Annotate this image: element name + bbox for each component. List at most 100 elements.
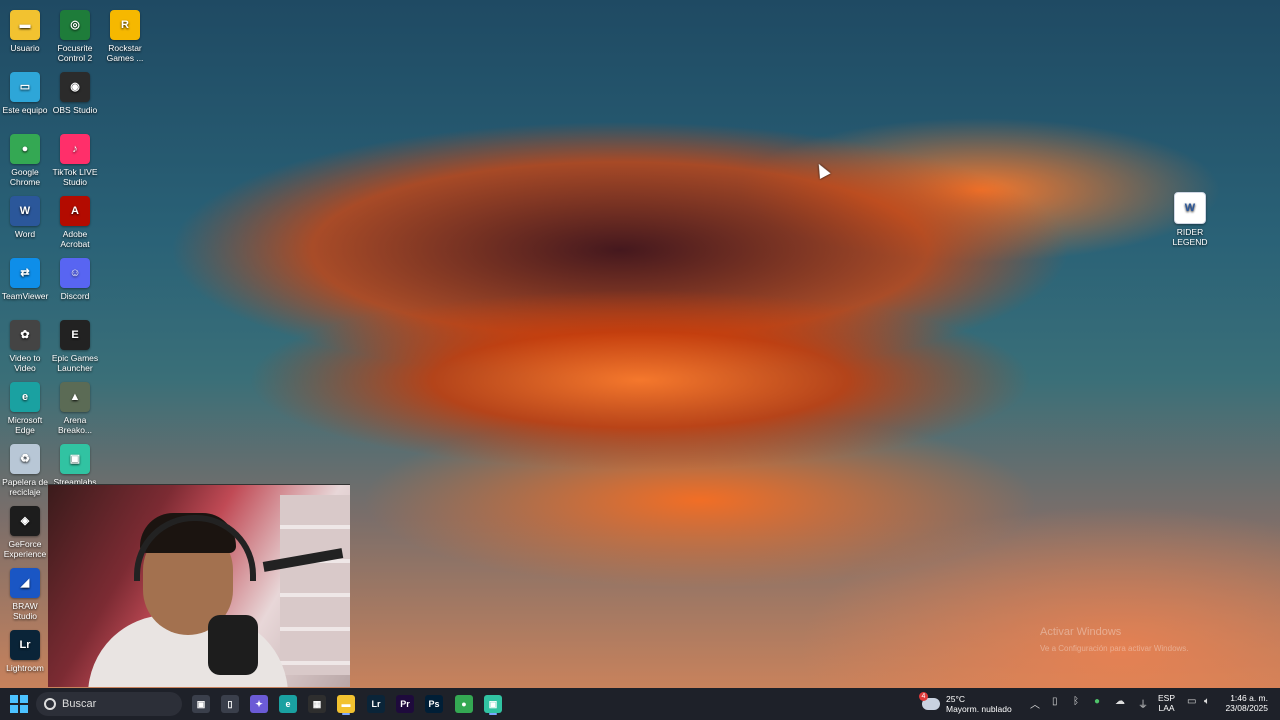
desktop-icon-label: Papelera de reciclaje [2,477,48,497]
desktop-icon-label: Adobe Acrobat [60,229,90,249]
taskbar: Buscar ▣ ▯ ✦ e ▦ ▬ Lr Pr Ps ● ▣ 4 25°C Mayorm. nub… [0,688,1280,720]
photoshop-button[interactable]: Ps [422,692,446,716]
arena-icon: ▲ [60,382,90,412]
obs-icon: ◉ [60,72,90,102]
streamlabs-icon: ▣ [60,444,90,474]
weather-widget[interactable]: 4 25°C Mayorm. nublado [919,692,1012,716]
desktop-icon-label: Arena Breako... [57,415,93,435]
desktop-icon-tiktok[interactable]: ♪ TikTok LIVE Studio [50,128,100,187]
desktop-icon-chrome[interactable]: ● Google Chrome [0,128,50,187]
cloud-icon: 4 [919,692,940,710]
files-button[interactable]: ▯ [218,692,242,716]
clock-date: 23/08/2025 [1225,703,1268,713]
taskbar-search-box[interactable]: Buscar [36,692,182,716]
clock-time: 1:46 a. m. [1230,693,1268,703]
system-clock[interactable]: 1:46 a. m. 23/08/2025 [1224,693,1268,713]
desktop-icon-label: Word [14,229,36,239]
watermark-subtitle: Ve a Configuración para activar Windows. [1040,644,1189,653]
volume-icon[interactable]: 🔈︎ [1204,696,1210,707]
desktop-icon-label: Lightroom [6,663,44,673]
start-button[interactable] [8,693,30,715]
onedrive-icon[interactable]: ☁ [1115,696,1125,707]
chrome-icon: ● [10,134,40,164]
search-placeholder: Buscar [62,698,97,710]
nvidia-icon: ◈ [10,506,40,536]
edge-button[interactable]: e [276,692,300,716]
desktop-icon-label: Focusrite Control 2 [57,43,93,63]
premiere-icon: Pr [396,695,414,713]
desktop-icon-label: Epic Games Launcher [51,353,99,373]
desktop-icon-folder[interactable]: ▬ Usuario [0,4,50,53]
copilot-icon: ✦ [250,695,268,713]
desktop-icon-teamviewer[interactable]: ⇄ TeamViewer [0,252,50,301]
display-icon[interactable]: ▭ [1187,696,1196,707]
desktop-icon-epic[interactable]: E Epic Games Launcher [50,314,100,373]
desktop-icon-nvidia[interactable]: ◈ GeForce Experience [0,500,50,559]
desktop-icon-arena[interactable]: ▲ Arena Breako... [50,376,100,435]
desktop-icon-word[interactable]: W Word [0,190,50,239]
task-view-icon: ▣ [192,695,210,713]
lightroom-icon: Lr [367,695,385,713]
computer-icon: ▭ [10,72,40,102]
desktop-icon-label: Video to Video [9,353,41,373]
microphone [208,615,258,675]
explorer-button[interactable]: ▬ [334,692,358,716]
desktop-icon-rockstar[interactable]: R Rockstar Games ... [100,4,150,63]
desktop-icon-label: GeForce Experience [3,539,47,559]
language-indicator[interactable]: ESP LAA [1158,693,1175,713]
desktop-icon-acrobat[interactable]: A Adobe Acrobat [50,190,100,249]
desktop-icon-label: Discord [60,291,90,301]
desktop-icon-label: Google Chrome [9,167,41,187]
streamlabs-button[interactable]: ▣ [481,692,505,716]
desktop-icon-edge[interactable]: e Microsoft Edge [0,376,50,435]
mouse-cursor-icon [813,161,831,179]
lightroom-button[interactable]: Lr [364,692,388,716]
store-icon: ▦ [308,695,326,713]
store-button[interactable]: ▦ [305,692,329,716]
desktop-icon-computer[interactable]: ▭ Este equipo [0,66,50,115]
desktop-icon-lightroom[interactable]: Lr Lightroom [0,624,50,673]
usb-icon[interactable]: ▯ [1052,696,1058,707]
task-view-button[interactable]: ▣ [189,692,213,716]
bluetooth-icon[interactable]: ᛒ [1073,696,1079,707]
desktop[interactable]: ▬ Usuario ◎ Focusrite Control 2 R Rockstar Ga… [0,0,1280,688]
folder-icon: ▬ [337,695,355,713]
word-document-icon: W [1174,192,1206,224]
premiere-button[interactable]: Pr [393,692,417,716]
desktop-icon-film[interactable]: ✿ Video to Video [0,314,50,373]
lightroom-icon: Lr [10,630,40,660]
copilot-button[interactable]: ✦ [247,692,271,716]
microphone-icon[interactable]: ⏚ [1138,696,1148,711]
weather-temp: 25°C [946,694,965,704]
chrome-button[interactable]: ● [452,692,476,716]
webcam-overlay [48,484,350,687]
running-indicator [342,713,350,715]
tiktok-icon: ♪ [60,134,90,164]
desktop-icon-focusrite[interactable]: ◎ Focusrite Control 2 [50,4,100,63]
desktop-icon-discord[interactable]: ☺ Discord [50,252,100,301]
watermark-title: Activar Windows [1040,626,1122,638]
desktop-icon-label: Microsoft Edge [7,415,43,435]
desktop-icon-recycle-bin[interactable]: ♻ Papelera de reciclaje [0,438,50,497]
folder-icon: ▬ [10,10,40,40]
search-icon [44,698,56,710]
desktop-icon-rider-legend[interactable]: W RIDER LEGEND [1165,186,1215,247]
epic-icon: E [60,320,90,350]
film-icon: ✿ [10,320,40,350]
lang-variant: LAA [1158,703,1175,713]
desktop-icon-braw[interactable]: ◢ BRAW Studio [0,562,50,621]
lang-code: ESP [1158,693,1176,703]
chevron-up-icon[interactable]: ︿ [1030,696,1040,711]
desktop-icon-label: Este equipo [2,105,48,115]
teamviewer-icon: ⇄ [10,258,40,288]
acrobat-icon: A [60,196,90,226]
security-shield-icon[interactable]: ● [1094,696,1100,707]
desktop-icon-obs[interactable]: ◉ OBS Studio [50,66,100,115]
desktop-icon-label: Usuario [10,43,40,53]
edge-icon: e [10,382,40,412]
braw-icon: ◢ [10,568,40,598]
edge-icon: e [279,695,297,713]
streamlabs-icon: ▣ [484,695,502,713]
desktop-icon-label: BRAW Studio [12,601,38,621]
focusrite-icon: ◎ [60,10,90,40]
